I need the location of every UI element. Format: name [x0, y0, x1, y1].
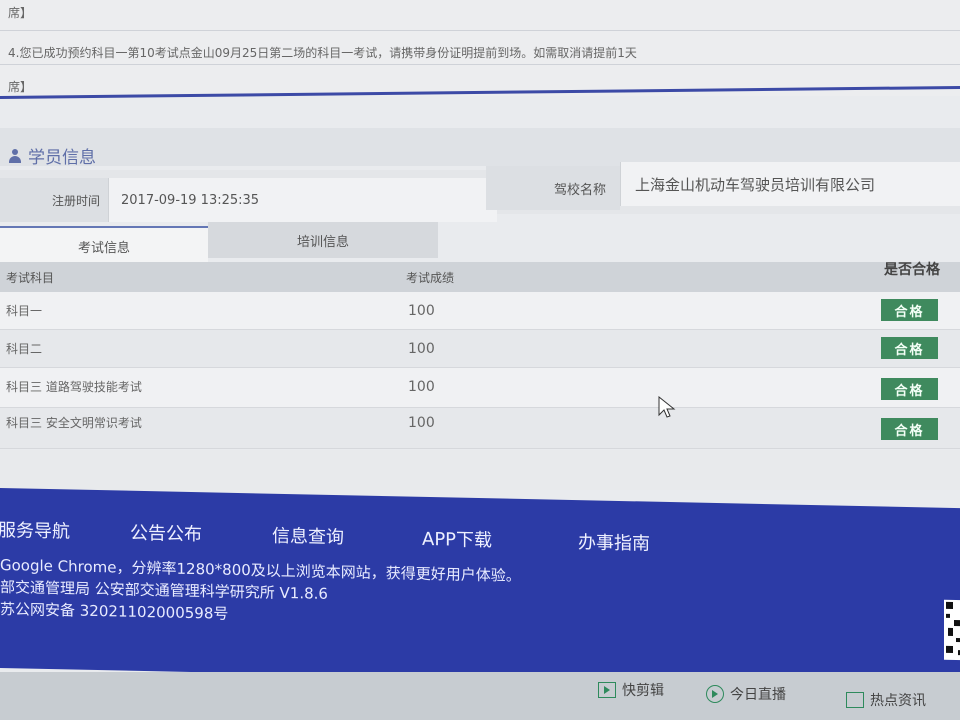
school-label: 驾校名称 [486, 166, 620, 210]
table-header: 考试科目 考试成绩 是否合格 [0, 262, 960, 292]
table-row: 科目三 安全文明常识考试 100 合格 [0, 408, 960, 449]
bottom-toolbar [0, 672, 960, 720]
notice-text-1: 席】 [8, 6, 33, 20]
footer-nav-service[interactable]: 服务导航 [0, 516, 70, 544]
pass-badge: 合格 [881, 378, 938, 400]
bottom-item-label: 今日直播 [730, 687, 786, 703]
table-row: 科目三 道路驾驶技能考试 100 合格 [0, 368, 960, 408]
bottom-item-label: 热点资讯 [870, 693, 926, 709]
cell-score: 100 [408, 302, 435, 319]
cell-score: 100 [408, 340, 435, 357]
bottom-item-news[interactable]: 热点资讯 [846, 690, 926, 710]
qr-code-icon [944, 599, 960, 661]
notice-text-2: 4.您已成功预约科目一第10考试点金山09月25日第二场的科目一考试，请携带身份… [8, 46, 637, 60]
cell-subject: 科目二 [6, 342, 43, 356]
notice-divider [0, 64, 960, 65]
notice-divider [0, 30, 960, 31]
pass-badge: 合格 [881, 299, 938, 321]
tab-exam-info[interactable]: 考试信息 [0, 226, 208, 264]
person-icon [8, 148, 22, 163]
play-icon [598, 682, 616, 698]
content-gap [0, 450, 960, 490]
reg-time-label: 注册时间 [0, 178, 108, 222]
reg-time-value: 2017-09-19 13:25:35 [108, 178, 497, 222]
cell-subject: 科目一 [6, 304, 43, 318]
table-row: 科目一 100 合格 [0, 292, 960, 330]
cell-score: 100 [408, 414, 435, 431]
header-score: 考试成绩 [406, 270, 455, 285]
pass-badge: 合格 [881, 337, 938, 359]
mouse-cursor-icon [658, 396, 676, 418]
header-pass: 是否合格 [884, 262, 940, 278]
footer-nav-query[interactable]: 信息查询 [272, 522, 344, 550]
bottom-item-live[interactable]: 今日直播 [706, 684, 786, 704]
pass-badge: 合格 [881, 418, 938, 440]
tab-training-info[interactable]: 培训信息 [208, 222, 438, 258]
student-info-header [0, 128, 960, 166]
footer-nav-announcements[interactable]: 公告公布 [130, 519, 202, 547]
notice-text-3: 席】 [8, 80, 33, 94]
student-info-title-text: 学员信息 [28, 148, 96, 168]
cell-score: 100 [408, 378, 435, 395]
footer-nav-guide[interactable]: 办事指南 [578, 528, 650, 556]
site-footer: 服务导航 公告公布 信息查询 APP下载 办事指南 Google Chrome，… [0, 488, 960, 689]
footer-icp: 苏公网安备 32021102000598号 [0, 600, 229, 623]
news-icon [846, 692, 864, 708]
bottom-item-quick-edit[interactable]: 快剪辑 [598, 680, 664, 700]
table-row: 科目二 100 合格 [0, 330, 960, 368]
header-subject: 考试科目 [6, 270, 55, 285]
live-icon [706, 685, 724, 703]
student-info-title: 学员信息 [8, 143, 96, 168]
info-tabs: 考试信息 培训信息 [0, 222, 960, 264]
bottom-item-label: 快剪辑 [622, 683, 664, 699]
cell-subject: 科目三 安全文明常识考试 [6, 416, 142, 430]
cell-subject: 科目三 道路驾驶技能考试 [6, 380, 142, 394]
footer-nav-app-download[interactable]: APP下载 [422, 525, 492, 552]
school-value: 上海金山机动车驾驶员培训有限公司 [620, 162, 960, 206]
